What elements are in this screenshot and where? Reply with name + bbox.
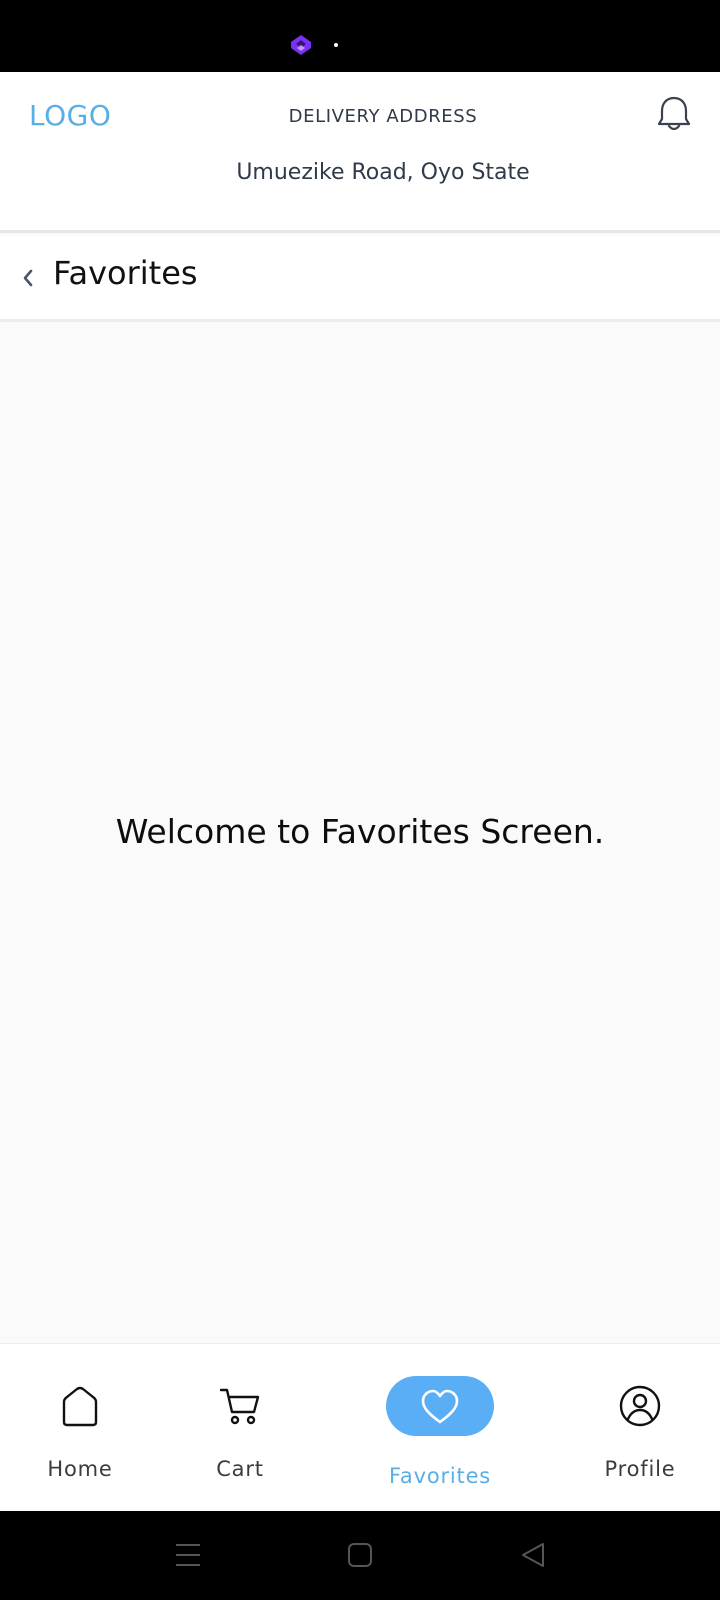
nav-label-favorites: Favorites [388,1464,492,1488]
app-header: LOGO DELIVERY ADDRESS Umuezike Road, Oyo… [0,72,720,233]
home-square-icon[interactable] [347,1541,373,1569]
bell-icon[interactable] [652,92,696,136]
delivery-address-label: DELIVERY ADDRESS [288,106,478,127]
nav-label-home: Home [47,1457,113,1481]
nav-item-cart[interactable]: Cart [180,1344,300,1512]
nav-item-home[interactable]: Home [20,1344,140,1512]
delivery-address-value[interactable]: Umuezike Road, Oyo State [0,160,720,185]
status-dot-indicator [334,43,338,47]
cart-icon [219,1388,260,1425]
status-bar [0,0,720,72]
app-notification-icon [291,35,311,55]
favorites-screen: LOGO DELIVERY ADDRESS Umuezike Road, Oyo… [0,0,720,1600]
nav-label-profile: Profile [604,1457,676,1481]
welcome-message: Welcome to Favorites Screen. [115,812,605,851]
bottom-navigation: Home Cart Favorites Profile [0,1343,720,1511]
home-icon [62,1386,98,1427]
heart-icon [421,1389,459,1424]
profile-icon [619,1385,661,1427]
nav-item-profile[interactable]: Profile [580,1344,700,1512]
menu-icon[interactable] [174,1541,202,1569]
back-triangle-icon[interactable] [519,1541,547,1569]
nav-label-cart: Cart [216,1457,264,1481]
favorites-title-bar: Favorites [0,236,720,322]
system-navigation-bar [0,1511,720,1600]
nav-item-favorites[interactable]: Favorites [370,1344,510,1512]
page-title: Favorites [53,254,198,292]
chevron-left-icon[interactable] [18,264,38,292]
